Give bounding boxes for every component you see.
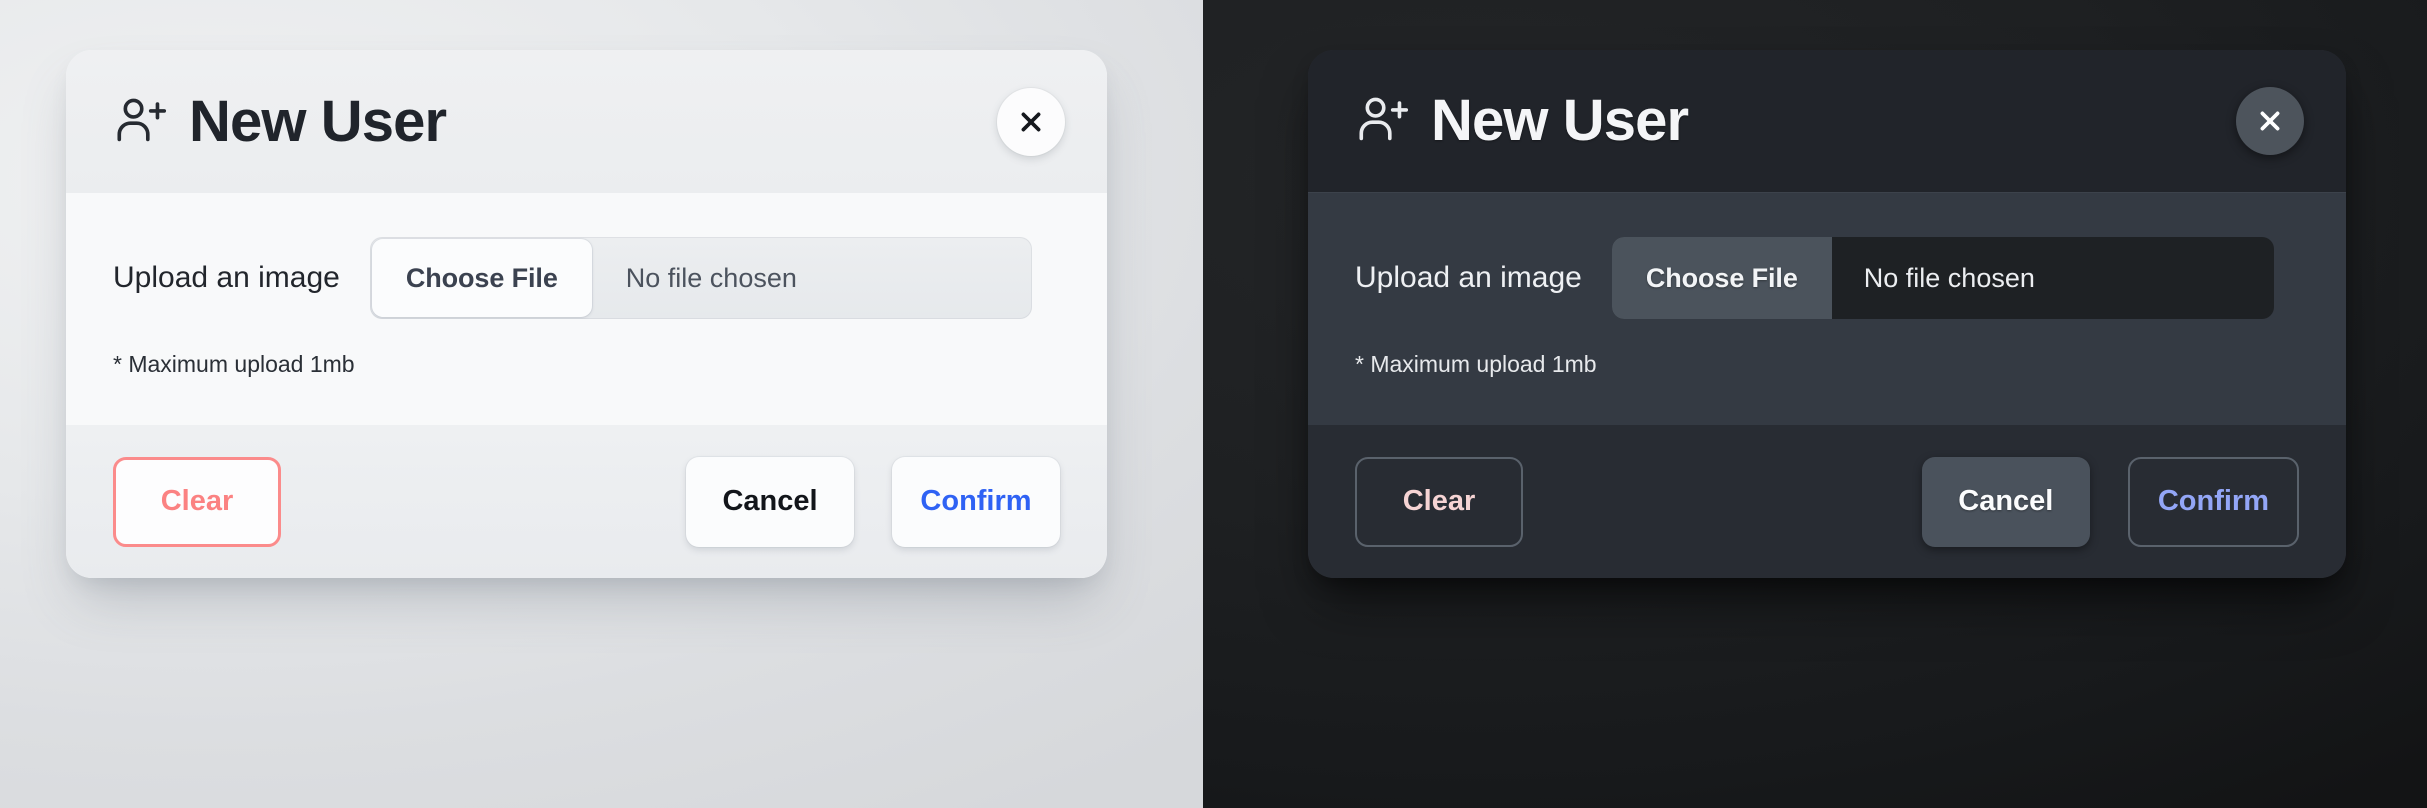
page-title: New User — [189, 88, 447, 154]
dialog-header: New User — [66, 50, 1107, 193]
dialog-footer: Clear Cancel Confirm — [66, 425, 1107, 578]
confirm-button[interactable]: Confirm — [2127, 456, 2299, 547]
footer-actions: Cancel Confirm — [1921, 456, 2299, 547]
choose-file-button[interactable]: Choose File — [1611, 237, 1832, 319]
dialog-header: New User — [1308, 50, 2346, 193]
screenshot-stage: New User Upload an image Choose File No … — [0, 0, 2427, 808]
close-button[interactable] — [997, 87, 1065, 156]
user-plus-icon — [113, 93, 171, 151]
confirm-button[interactable]: Confirm — [892, 456, 1060, 547]
upload-label: Upload an image — [113, 261, 340, 294]
file-input[interactable]: Choose File No file chosen — [369, 237, 1032, 319]
upload-row: Upload an image Choose File No file chos… — [1355, 237, 2299, 319]
new-user-dialog-light: New User Upload an image Choose File No … — [66, 50, 1107, 578]
close-button[interactable] — [2236, 87, 2304, 155]
upload-hint: * Maximum upload 1mb — [113, 351, 355, 377]
cancel-button[interactable]: Cancel — [1921, 456, 2090, 547]
file-status-text: No file chosen — [1863, 262, 2035, 293]
dialog-body: Upload an image Choose File No file chos… — [66, 193, 1107, 425]
file-status-text: No file chosen — [625, 262, 797, 293]
upload-label: Upload an image — [1355, 261, 1582, 294]
file-input[interactable]: Choose File No file chosen — [1611, 237, 2274, 319]
dialog-body: Upload an image Choose File No file chos… — [1308, 193, 2346, 425]
upload-hint: * Maximum upload 1mb — [1355, 351, 1597, 377]
new-user-dialog-dark: New User Upload an image Choose File No … — [1308, 50, 2346, 578]
upload-row: Upload an image Choose File No file chos… — [113, 237, 1060, 319]
light-theme-pane: New User Upload an image Choose File No … — [0, 0, 1203, 808]
choose-file-button[interactable]: Choose File — [371, 239, 592, 317]
dark-theme-pane: New User Upload an image Choose File No … — [1203, 0, 2427, 808]
page-title: New User — [1431, 88, 1689, 153]
cancel-button[interactable]: Cancel — [686, 456, 854, 547]
footer-actions: Cancel Confirm — [686, 456, 1060, 547]
close-icon — [2260, 111, 2280, 131]
close-icon — [1021, 112, 1041, 131]
user-plus-icon — [1355, 92, 1413, 150]
clear-button[interactable]: Clear — [113, 456, 281, 547]
clear-button[interactable]: Clear — [1355, 456, 1523, 547]
dialog-footer: Clear Cancel Confirm — [1308, 425, 2346, 578]
